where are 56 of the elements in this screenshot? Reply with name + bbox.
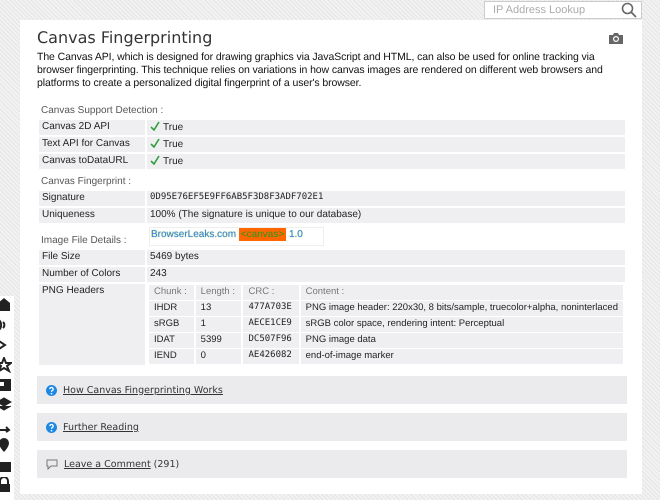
- table-cell: Uniqueness: [38, 207, 146, 224]
- column-header: Chunk :: [148, 284, 195, 300]
- table-cell: IHDR: [148, 300, 195, 316]
- description-text: The Canvas API, which is designed for drawing graphics via JavaScript and HTML, can also be used for online tracking via browser fingerprinting. This technique relies on variations in how canvas images are rendered on different web browsers and platforms to create a personalized digital fingerprint of a user's browser.: [37, 51, 604, 90]
- table-cell: 0D95E76EF5E9FF6AB5F3D8F3ADF702E1: [146, 190, 626, 207]
- table-cell: Number of Colors: [38, 266, 146, 283]
- comment-icon: [46, 458, 58, 470]
- column-header: CRC :: [242, 284, 300, 300]
- table-cell: Text API for Canvas: [38, 136, 146, 153]
- table-cell: AE426082: [242, 348, 300, 364]
- help-icon: [46, 384, 57, 396]
- table-cell: IDAT: [148, 332, 195, 348]
- table-cell: Signature: [38, 190, 146, 207]
- page-title: Canvas Fingerprinting: [37, 28, 212, 48]
- table-cell: PNG image data: [300, 332, 624, 348]
- table-cell: File Size: [38, 249, 146, 266]
- table-cell: 5399: [194, 332, 242, 348]
- star-icon[interactable]: [0, 356, 12, 372]
- table-cell: 477A703E: [242, 300, 300, 316]
- canvas-image: BrowserLeaks.com <canvas> 1.0: [149, 227, 324, 246]
- table-cell: Canvas 2D API: [38, 119, 146, 136]
- value-text: True: [163, 122, 184, 133]
- panel-link[interactable]: Further Reading: [63, 422, 139, 432]
- table-cell: PNG image header: 220x30, 8 bits/sample, truecolor+alpha, noninterlaced: [300, 300, 624, 316]
- panel-link[interactable]: Leave a Comment: [64, 458, 151, 470]
- table-cell: sRGB: [148, 316, 195, 332]
- section-heading: Canvas Fingerprint :: [41, 176, 132, 187]
- section-heading: Canvas Support Detection :: [41, 105, 164, 116]
- table-cell: IEND: [148, 348, 195, 364]
- value-text: True: [163, 139, 184, 150]
- lock-icon[interactable]: [0, 476, 12, 492]
- table-cell: DC507F96: [242, 332, 300, 348]
- house-icon[interactable]: [0, 296, 12, 312]
- table-cell: 243: [146, 266, 626, 283]
- value-text: True: [163, 156, 184, 167]
- search-icon[interactable]: [621, 2, 637, 18]
- layers-icon[interactable]: [0, 396, 12, 412]
- camera-icon[interactable]: [609, 32, 623, 44]
- pin-icon[interactable]: [0, 436, 12, 452]
- table-cell: Canvas toDataURL: [38, 153, 146, 170]
- section-heading: Image File Details :: [41, 235, 127, 246]
- column-header: Content :: [300, 284, 624, 300]
- table-cell: 0: [194, 348, 242, 364]
- table-cell: AECE1CE9: [242, 316, 300, 332]
- table-cell: 100% (The signature is unique to our database): [146, 207, 626, 224]
- panel-link[interactable]: How Canvas Fingerprinting Works: [63, 384, 223, 396]
- table-cell: PNG Headers: [38, 283, 146, 366]
- table-cell: 1: [194, 316, 242, 332]
- column-header: Length :: [194, 284, 242, 300]
- table-cell: 13: [194, 300, 242, 316]
- table-cell: sRGB color space, rendering intent: Perceptual: [300, 316, 624, 332]
- table-cell: 5469 bytes: [146, 249, 626, 266]
- help-icon: [46, 422, 57, 432]
- search-field[interactable]: IP Address Lookup: [484, 1, 642, 19]
- table-cell: end-of-image marker: [300, 348, 624, 364]
- comment-count: (291): [154, 458, 180, 470]
